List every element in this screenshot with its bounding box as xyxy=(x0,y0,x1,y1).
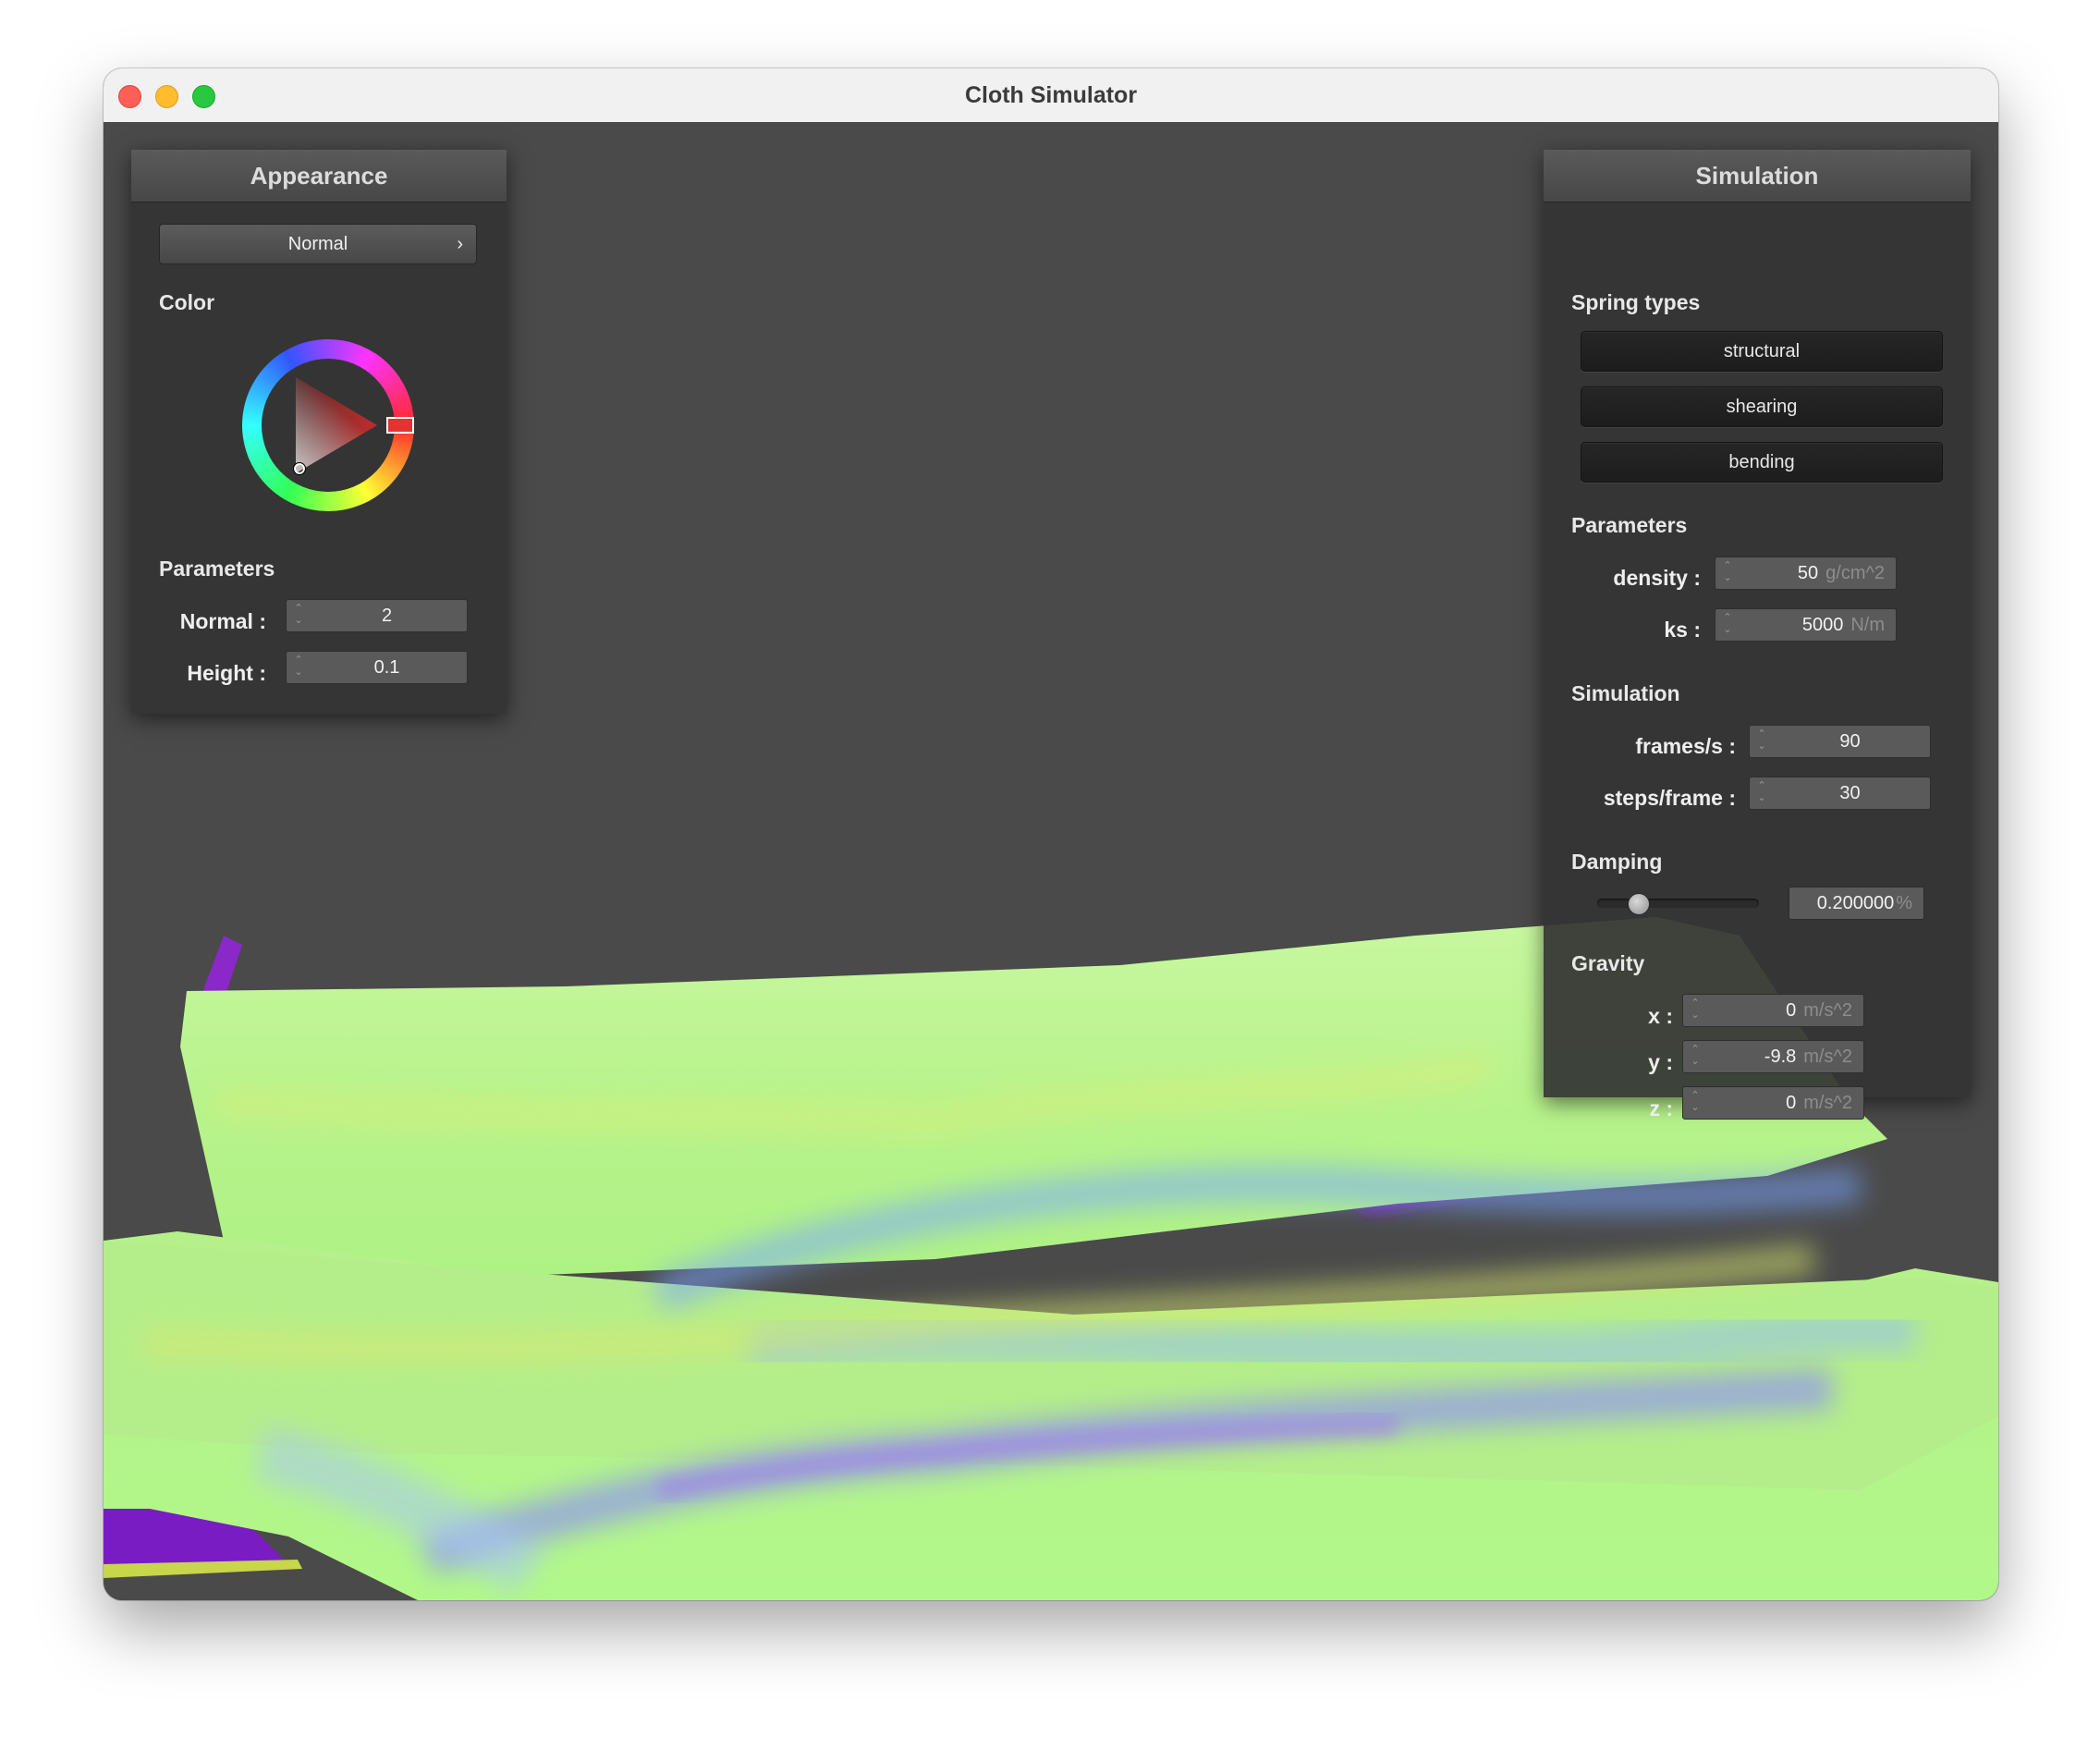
damping-slider-handle[interactable] xyxy=(1628,893,1650,915)
fps-label: frames/s : xyxy=(1635,734,1736,758)
simulation-panel: Simulation Spring types structural shear… xyxy=(1544,150,1971,1120)
spinner-icon[interactable]: ⌃ ⌄ xyxy=(292,603,305,629)
spinner-icon[interactable]: ⌃ ⌄ xyxy=(1755,780,1768,806)
height-input[interactable]: ⌃ ⌄ 0.1 xyxy=(286,651,468,684)
gravity-label: Gravity xyxy=(1571,951,1645,975)
spinner-icon[interactable]: ⌃ ⌄ xyxy=(292,655,305,680)
window-title: Cloth Simulator xyxy=(964,82,1138,108)
simulation-section-label: Simulation xyxy=(1571,681,1680,705)
gravity-z-input[interactable]: ⌃ ⌄ 0 m/s^2 xyxy=(1682,1086,1864,1120)
simulation-parameters-label: Parameters xyxy=(1571,513,1688,537)
structural-toggle[interactable]: structural xyxy=(1581,331,1943,372)
density-label: density : xyxy=(1613,566,1701,590)
normal-input[interactable]: ⌃ ⌄ 2 xyxy=(286,599,468,632)
spinner-icon[interactable]: ⌃ ⌄ xyxy=(1755,728,1768,754)
steps-label: steps/frame : xyxy=(1603,786,1736,810)
spring-types-label: Spring types xyxy=(1571,290,1701,314)
bending-toggle[interactable]: bending xyxy=(1581,442,1943,483)
gravity-z-label: z : xyxy=(1649,1096,1673,1120)
gravity-y-label: y : xyxy=(1648,1050,1673,1074)
normal-label: Normal : xyxy=(179,609,266,633)
spinner-icon[interactable]: ⌃ ⌄ xyxy=(1689,1044,1702,1070)
damping-input[interactable]: 0.200000% xyxy=(1789,887,1924,920)
damping-slider[interactable] xyxy=(1597,889,1759,917)
shearing-toggle[interactable]: shearing xyxy=(1581,386,1943,427)
chevron-right-icon: › xyxy=(457,234,463,254)
shader-dropdown-value: Normal xyxy=(287,234,348,254)
appearance-parameters-label: Parameters xyxy=(159,557,275,581)
damping-label: Damping xyxy=(1571,850,1663,874)
simulation-panel-title[interactable]: Simulation xyxy=(1544,150,1971,202)
app-window: Cloth Simulator Appearance Normal › Colo… xyxy=(104,68,1998,1600)
color-section-label: Color xyxy=(159,290,215,314)
ks-label: ks : xyxy=(1664,618,1701,642)
title-bar: Cloth Simulator xyxy=(104,68,1998,123)
steps-input[interactable]: ⌃ ⌄ 30 xyxy=(1749,777,1931,810)
gravity-y-input[interactable]: ⌃ ⌄ -9.8 m/s^2 xyxy=(1682,1040,1864,1073)
color-wheel[interactable] xyxy=(242,339,414,511)
spinner-icon[interactable]: ⌃ ⌄ xyxy=(1689,1090,1702,1116)
spinner-icon[interactable]: ⌃ ⌄ xyxy=(1689,998,1702,1023)
spinner-icon[interactable]: ⌃ ⌄ xyxy=(1721,612,1734,638)
height-label: Height : xyxy=(187,661,266,685)
fps-input[interactable]: ⌃ ⌄ 90 xyxy=(1749,725,1931,758)
ks-input[interactable]: ⌃ ⌄ 5000 N/m xyxy=(1715,608,1897,642)
spinner-icon[interactable]: ⌃ ⌄ xyxy=(1721,560,1734,586)
shader-dropdown[interactable]: Normal › xyxy=(159,224,477,264)
color-triangle[interactable] xyxy=(242,339,414,511)
appearance-panel-title[interactable]: Appearance xyxy=(131,150,507,202)
appearance-panel: Appearance Normal › Color Parameters Nor… xyxy=(131,150,507,714)
density-input[interactable]: ⌃ ⌄ 50 g/cm^2 xyxy=(1715,557,1897,590)
gravity-x-input[interactable]: ⌃ ⌄ 0 m/s^2 xyxy=(1682,994,1864,1027)
gravity-x-label: x : xyxy=(1648,1004,1673,1028)
